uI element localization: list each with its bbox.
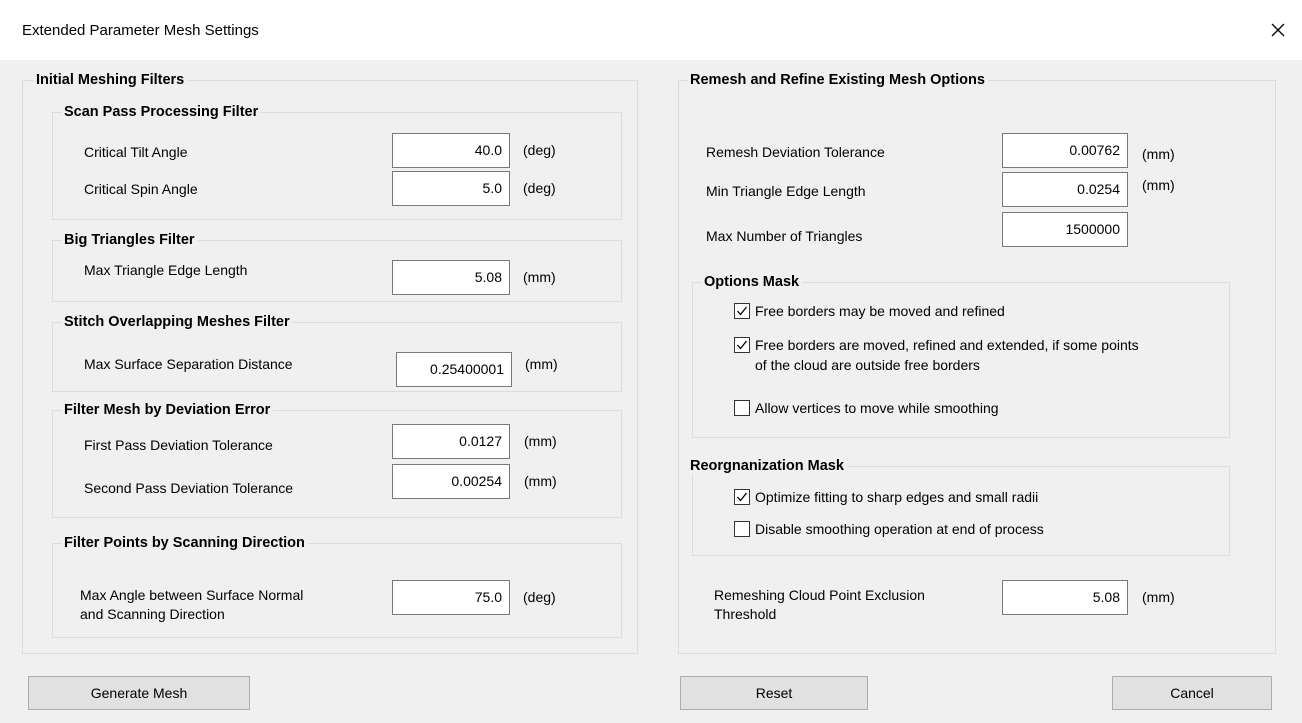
second-pass-deviation-label: Second Pass Deviation Tolerance: [84, 480, 294, 496]
reorg-mask-title: Reorgnanization Mask: [688, 458, 847, 474]
first-pass-deviation-input[interactable]: 0.0127: [392, 424, 510, 459]
option-disable-smoothing[interactable]: Disable smoothing operation at end of pr…: [734, 520, 1044, 538]
exclusion-label-line1: Remeshing Cloud Point Exclusion: [714, 587, 925, 603]
min-triangle-edge-label: Min Triangle Edge Length: [706, 183, 866, 199]
exclusion-label-line2: Threshold: [714, 606, 777, 622]
critical-spin-angle-input[interactable]: 5.0: [392, 171, 510, 206]
max-triangle-edge-unit: (mm): [523, 269, 556, 285]
option-label: Free borders may be moved and refined: [755, 303, 1005, 319]
close-icon[interactable]: [1262, 12, 1294, 48]
max-triangle-edge-label: Max Triangle Edge Length: [84, 262, 248, 278]
option-free-borders-extended[interactable]: Free borders are moved, refined and exte…: [734, 335, 1139, 375]
second-pass-deviation-input[interactable]: 0.00254: [392, 464, 510, 499]
reorg-mask-group: [692, 466, 1230, 556]
reset-button[interactable]: Reset: [680, 676, 868, 710]
second-pass-deviation-unit: (mm): [524, 473, 557, 489]
critical-tilt-angle-label: Critical Tilt Angle: [84, 144, 188, 160]
checkbox-checked[interactable]: [734, 303, 750, 319]
option-label: Optimize fitting to sharp edges and smal…: [755, 489, 1039, 505]
scan-pass-title: Scan Pass Processing Filter: [62, 104, 262, 120]
max-angle-unit: (deg): [523, 589, 556, 605]
min-triangle-edge-unit: (mm): [1142, 177, 1175, 193]
scan-direction-title: Filter Points by Scanning Direction: [62, 535, 308, 551]
big-triangles-title: Big Triangles Filter: [62, 232, 198, 248]
remesh-title: Remesh and Refine Existing Mesh Options: [688, 72, 988, 88]
max-triangles-label: Max Number of Triangles: [706, 228, 863, 244]
max-surface-separation-unit: (mm): [525, 356, 558, 372]
remesh-deviation-label: Remesh Deviation Tolerance: [706, 144, 885, 160]
remesh-deviation-unit: (mm): [1142, 146, 1175, 162]
option-allow-vertices-move[interactable]: Allow vertices to move while smoothing: [734, 399, 999, 417]
deviation-group: [52, 410, 622, 518]
option-label: Free borders are moved, refined and exte…: [755, 335, 1139, 375]
exclusion-threshold-unit: (mm): [1142, 589, 1175, 605]
critical-spin-angle-unit: (deg): [523, 180, 556, 196]
critical-tilt-angle-unit: (deg): [523, 142, 556, 158]
max-angle-input[interactable]: 75.0: [392, 580, 510, 615]
max-surface-separation-input[interactable]: 0.25400001: [396, 352, 512, 387]
title-bar: Extended Parameter Mesh Settings: [0, 0, 1302, 60]
checkbox-checked[interactable]: [734, 489, 750, 505]
deviation-title: Filter Mesh by Deviation Error: [62, 402, 274, 418]
stitch-title: Stitch Overlapping Meshes Filter: [62, 314, 293, 330]
checkbox-checked[interactable]: [734, 337, 750, 353]
generate-mesh-button[interactable]: Generate Mesh: [28, 676, 250, 710]
first-pass-deviation-unit: (mm): [524, 433, 557, 449]
initial-meshing-filters-title: Initial Meshing Filters: [34, 72, 188, 88]
option-label: Disable smoothing operation at end of pr…: [755, 521, 1044, 537]
cancel-button[interactable]: Cancel: [1112, 676, 1272, 710]
checkbox-unchecked[interactable]: [734, 521, 750, 537]
max-surface-separation-label: Max Surface Separation Distance: [84, 356, 293, 372]
option-label: Allow vertices to move while smoothing: [755, 400, 999, 416]
critical-spin-angle-label: Critical Spin Angle: [84, 181, 198, 197]
min-triangle-edge-input[interactable]: 0.0254: [1002, 172, 1128, 207]
scan-pass-group: [52, 112, 622, 220]
options-mask-title: Options Mask: [702, 274, 803, 290]
window-title: Extended Parameter Mesh Settings: [22, 22, 259, 39]
option-optimize-fitting[interactable]: Optimize fitting to sharp edges and smal…: [734, 488, 1038, 506]
option-label-line1: Free borders are moved, refined and exte…: [755, 337, 1139, 353]
max-triangles-input[interactable]: 1500000: [1002, 212, 1128, 247]
max-angle-label-line2: and Scanning Direction: [80, 606, 225, 622]
remesh-deviation-input[interactable]: 0.00762: [1002, 133, 1128, 168]
max-triangle-edge-input[interactable]: 5.08: [392, 260, 510, 295]
option-label-line2: of the cloud are outside free borders: [755, 357, 980, 373]
first-pass-deviation-label: First Pass Deviation Tolerance: [84, 437, 273, 453]
option-free-borders-refined[interactable]: Free borders may be moved and refined: [734, 302, 1005, 320]
critical-tilt-angle-input[interactable]: 40.0: [392, 133, 510, 168]
max-angle-label-line1: Max Angle between Surface Normal: [80, 587, 304, 603]
checkbox-unchecked[interactable]: [734, 400, 750, 416]
exclusion-threshold-input[interactable]: 5.08: [1002, 580, 1128, 615]
